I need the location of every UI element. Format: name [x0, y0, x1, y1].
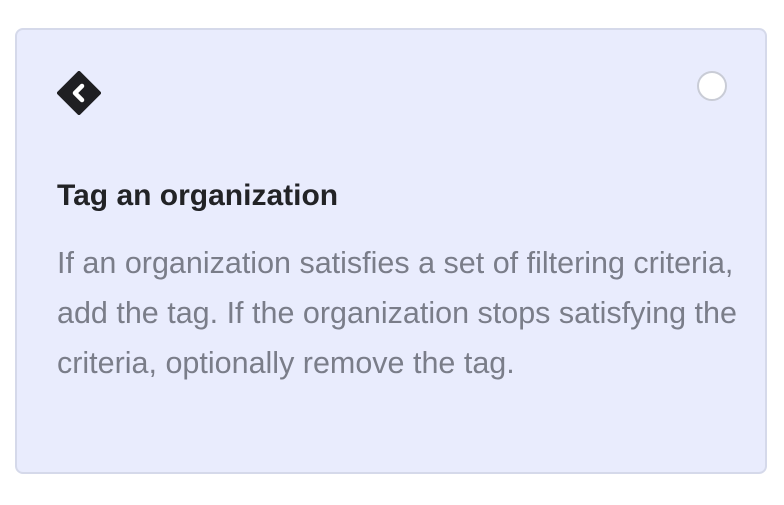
option-title: Tag an organization	[57, 179, 339, 212]
option-radio-button[interactable]	[697, 71, 727, 101]
option-description: If an organization satisfies a set of fi…	[57, 246, 737, 380]
tag-icon	[57, 71, 101, 115]
tag-organization-option-card[interactable]: Tag an organization If an organization s…	[15, 28, 767, 474]
